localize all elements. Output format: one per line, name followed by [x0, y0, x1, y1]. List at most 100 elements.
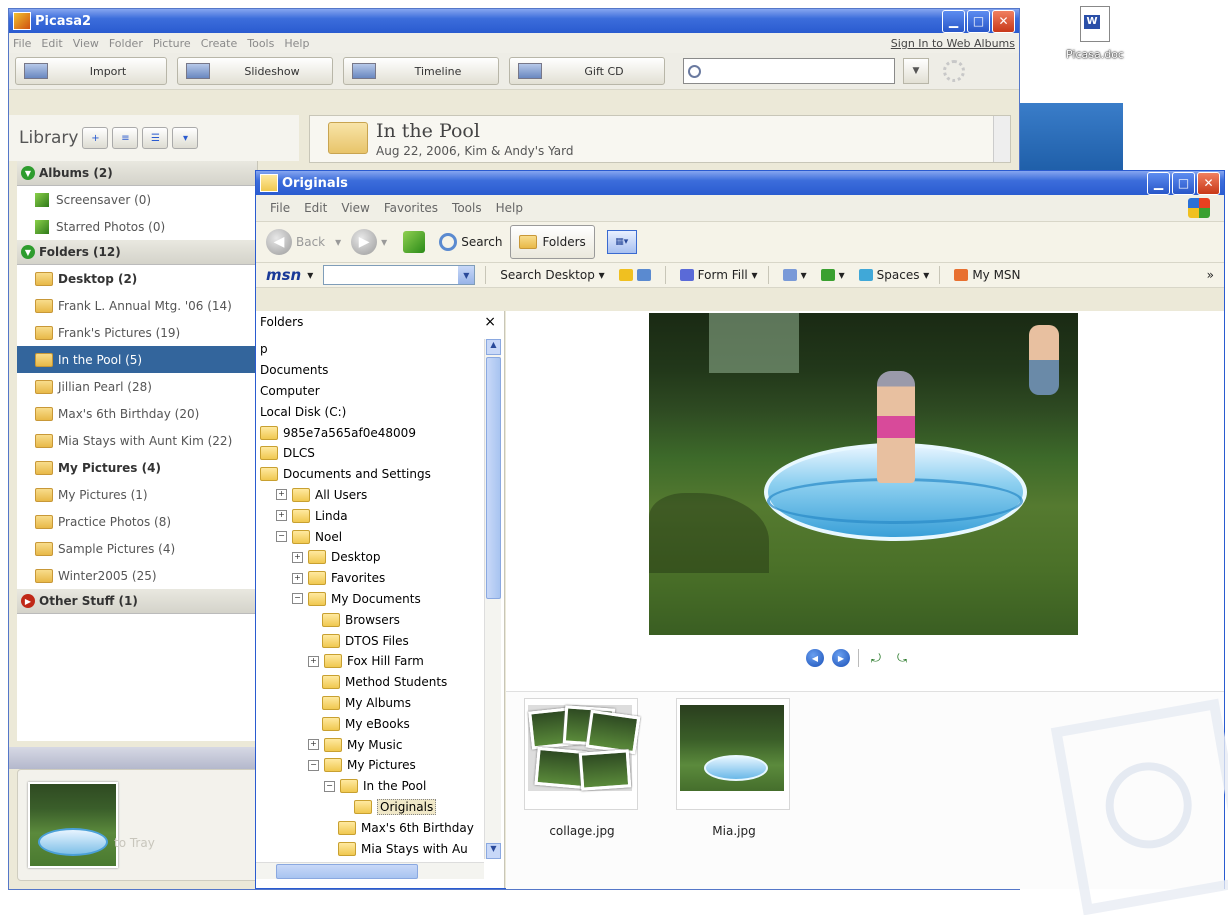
tree-view-button[interactable]: ☰ [142, 127, 168, 149]
gift-cd-button[interactable]: Gift CD [509, 57, 665, 85]
forward-arrow-icon[interactable]: ▶ [351, 229, 377, 255]
next-image-icon[interactable]: ▶ [832, 649, 850, 667]
scrollbar-thumb[interactable] [276, 864, 418, 879]
spaces-button[interactable]: Spaces ▾ [859, 268, 930, 282]
menu-view[interactable]: View [341, 201, 369, 215]
album-item[interactable]: Screensaver (0) [17, 186, 257, 213]
list-view-button[interactable]: ≡ [112, 127, 138, 149]
previous-image-icon[interactable]: ◀ [806, 649, 824, 667]
expand-icon[interactable]: + [308, 739, 319, 750]
import-button[interactable]: Import [15, 57, 167, 85]
folder-tree-node[interactable]: DTOS Files [256, 630, 484, 651]
desktop-file-icon[interactable]: W Picasa.doc [1060, 6, 1130, 61]
folder-item[interactable]: Mia Stays with Aunt Kim (22) [17, 427, 257, 454]
folder-item[interactable]: Frank L. Annual Mtg. '06 (14) [17, 292, 257, 319]
folder-tree-horizontal-scrollbar[interactable] [256, 862, 484, 879]
msn-logo[interactable]: msn [266, 266, 301, 284]
collapse-icon[interactable]: − [308, 760, 319, 771]
rotate-clockwise-icon[interactable]: ⤾ [867, 652, 885, 664]
menu-help[interactable]: Help [496, 201, 523, 215]
folder-tree-node[interactable]: p [256, 339, 484, 360]
file-thumbnail[interactable]: Mia.jpg [676, 698, 792, 838]
menu-help[interactable]: Help [284, 37, 309, 50]
file-thumbnail[interactable]: collage.jpg [524, 698, 640, 838]
highlight-button[interactable] [619, 269, 655, 281]
album-item[interactable]: Starred Photos (0) [17, 213, 257, 240]
menu-folder[interactable]: Folder [109, 37, 143, 50]
folder-item[interactable]: Sample Pictures (4) [17, 535, 257, 562]
forward-dropdown[interactable]: ▾ [381, 235, 387, 249]
messenger-button[interactable]: ▾ [821, 268, 845, 282]
folder-tree-node[interactable]: Mia Stays with Au [256, 838, 484, 859]
explorer-title-bar[interactable]: Originals ▁ □ ✕ [256, 171, 1224, 195]
picasa-title-bar[interactable]: Picasa2 ▁ □ ✕ [9, 9, 1019, 33]
folder-item[interactable]: My Pictures (1) [17, 481, 257, 508]
folder-item[interactable]: My Pictures (4) [17, 454, 257, 481]
folder-tree-node[interactable]: Max's 6th Birthday [256, 817, 484, 838]
folder-tree-node[interactable]: DLCS [256, 443, 484, 464]
folder-tree-node-selected[interactable]: Originals [256, 797, 484, 818]
my-msn-button[interactable]: My MSN [954, 268, 1020, 282]
folder-tree-node[interactable]: +Fox Hill Farm [256, 651, 484, 672]
collapse-icon[interactable]: − [292, 593, 303, 604]
picasa-search-input[interactable] [683, 58, 895, 84]
folder-item[interactable]: Practice Photos (8) [17, 508, 257, 535]
expand-icon[interactable]: + [276, 510, 287, 521]
menu-edit[interactable]: Edit [304, 201, 327, 215]
albums-group[interactable]: ▼ Albums (2) [17, 161, 257, 186]
folder-tree-node[interactable]: My eBooks [256, 713, 484, 734]
folder-tree-node[interactable]: −In the Pool [256, 776, 484, 797]
scrollbar-thumb[interactable] [486, 357, 501, 599]
folder-tree-node[interactable]: −Noel [256, 526, 484, 547]
vertical-scrollbar[interactable] [993, 116, 1010, 162]
folders-button[interactable]: Folders [510, 225, 594, 259]
search-desktop-button[interactable]: Search Desktop ▾ [500, 268, 604, 282]
sign-in-link[interactable]: Sign In to Web Albums [891, 37, 1015, 50]
collapse-icon[interactable]: − [324, 781, 335, 792]
folder-item-selected[interactable]: In the Pool (5) [17, 346, 257, 373]
folder-tree-node[interactable]: Computer [256, 381, 484, 402]
msn-dropdown[interactable]: ▾ [307, 268, 313, 282]
timeline-button[interactable]: Timeline [343, 57, 499, 85]
expand-icon[interactable]: + [276, 489, 287, 500]
tray-photo-thumbnail[interactable] [28, 782, 118, 868]
folder-item[interactable]: Jillian Pearl (28) [17, 373, 257, 400]
rotate-counterclockwise-icon[interactable]: ⤿ [893, 652, 911, 664]
slideshow-button[interactable]: Slideshow [177, 57, 333, 85]
folder-tree-node[interactable]: +Favorites [256, 568, 484, 589]
menu-favorites[interactable]: Favorites [384, 201, 438, 215]
folder-tree-node[interactable]: Method Students [256, 672, 484, 693]
menu-file[interactable]: File [13, 37, 31, 50]
folder-tree-node[interactable]: +My Music [256, 734, 484, 755]
maximize-button[interactable]: □ [1172, 172, 1195, 195]
menu-file[interactable]: File [270, 201, 290, 215]
folder-tree-node[interactable]: 985e7a565af0e48009 [256, 422, 484, 443]
menu-edit[interactable]: Edit [41, 37, 62, 50]
menu-create[interactable]: Create [201, 37, 238, 50]
search-icon[interactable] [439, 233, 457, 251]
folder-item[interactable]: Max's 6th Birthday (20) [17, 400, 257, 427]
menu-tools[interactable]: Tools [247, 37, 274, 50]
back-button[interactable]: Back [296, 235, 325, 249]
close-pane-button[interactable]: × [484, 314, 496, 330]
expand-icon[interactable]: + [308, 656, 319, 667]
menu-tools[interactable]: Tools [452, 201, 482, 215]
folder-tree-node[interactable]: Documents [256, 360, 484, 381]
folder-tree-node[interactable]: −My Documents [256, 589, 484, 610]
folder-item[interactable]: Desktop (2) [17, 265, 257, 292]
scroll-down-arrow-icon[interactable]: ▼ [486, 843, 501, 859]
up-folder-icon[interactable] [403, 231, 425, 253]
minimize-button[interactable]: ▁ [942, 10, 965, 33]
msn-search-input[interactable]: ▼ [323, 265, 475, 285]
preview-photo[interactable] [649, 313, 1078, 635]
other-stuff-group[interactable]: ▶ Other Stuff (1) [17, 589, 257, 614]
mail-button[interactable]: ▾ [783, 268, 807, 282]
folder-tree-node[interactable]: −My Pictures [256, 755, 484, 776]
folder-tree-node[interactable]: Documents and Settings [256, 464, 484, 485]
collapse-icon[interactable]: − [276, 531, 287, 542]
folder-tree-node[interactable]: +Desktop [256, 547, 484, 568]
search-button[interactable]: Search [461, 235, 502, 249]
form-fill-button[interactable]: Form Fill ▾ [680, 268, 758, 282]
menu-picture[interactable]: Picture [153, 37, 191, 50]
folder-item[interactable]: Frank's Pictures (19) [17, 319, 257, 346]
